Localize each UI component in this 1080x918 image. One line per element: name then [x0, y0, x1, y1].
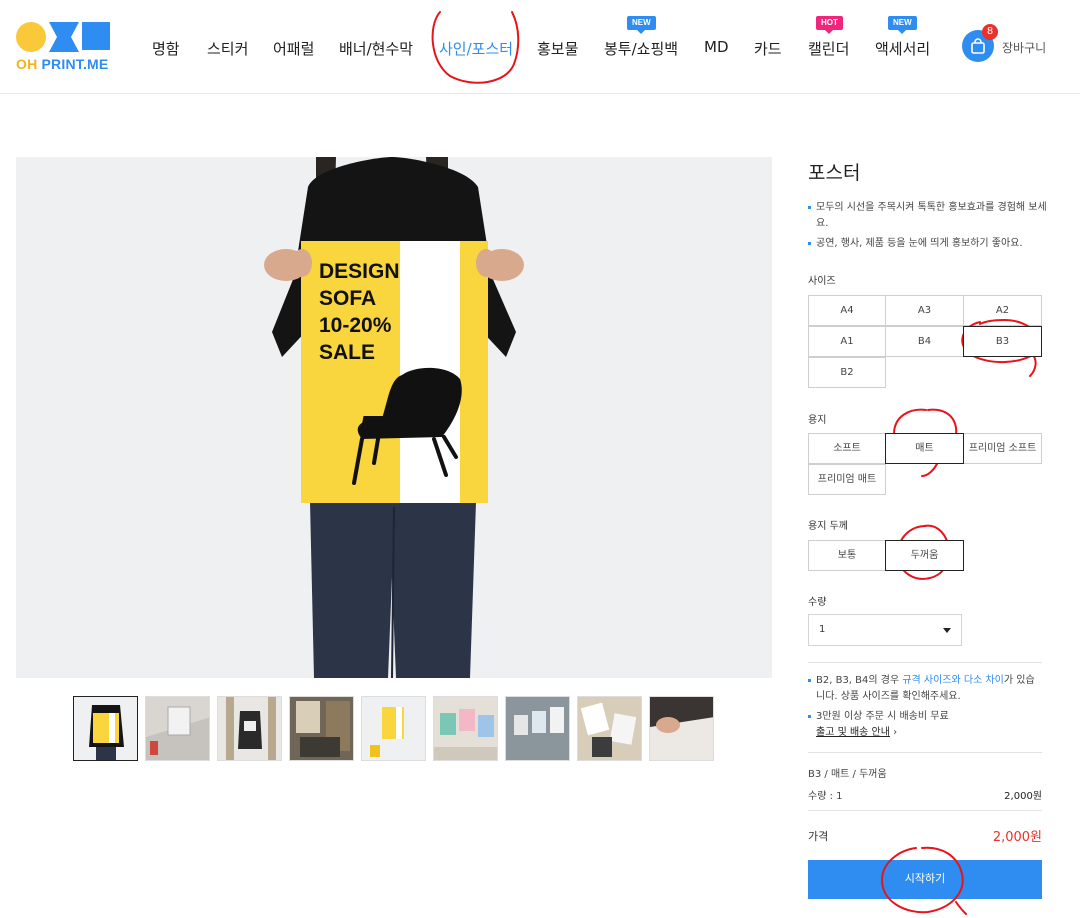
- quantity-value: 1: [819, 624, 826, 635]
- quantity-select[interactable]: 1: [808, 614, 962, 646]
- thickness-label: 용지 두께: [808, 521, 848, 532]
- nav-item-apparel[interactable]: 어패럴: [273, 38, 314, 59]
- summary-quantity-price: 2,000원: [1004, 791, 1042, 802]
- divider: [808, 810, 1042, 811]
- nav-item-banner[interactable]: 배너/현수막: [339, 38, 413, 59]
- poster-line: SALE: [319, 341, 376, 364]
- nav-item-calendar[interactable]: 캘린더: [808, 38, 849, 59]
- thickness-option-normal[interactable]: 보통: [808, 540, 886, 571]
- size-option-a1[interactable]: A1: [808, 326, 886, 357]
- size-option-b4[interactable]: B4: [885, 326, 964, 357]
- note-size: B2, B3, B4의 경우 규격 사이즈와 다소 차이가 있습니다. 상품 사…: [808, 673, 1042, 705]
- shipping-info-link[interactable]: 출고 및 배송 안내: [816, 727, 890, 738]
- divider: [808, 752, 1042, 753]
- selected-options-summary: B3 / 매트 / 두꺼움: [808, 769, 887, 780]
- size-option-b2[interactable]: B2: [808, 357, 886, 388]
- poster-line: 10-20%: [319, 314, 392, 337]
- size-label: 사이즈: [808, 276, 836, 287]
- cart-label[interactable]: 장바구니: [1002, 39, 1046, 56]
- thumbnail-6[interactable]: [433, 696, 498, 761]
- nav-item-sign-poster[interactable]: 사인/포스터: [439, 38, 513, 59]
- shopping-bag-icon: [971, 38, 985, 54]
- caret-down-icon: [943, 628, 951, 633]
- product-description: 모두의 시선을 주목시켜 톡톡한 홍보효과를 경험해 보세요. 공연, 행사, …: [808, 200, 1048, 256]
- site-logo[interactable]: OH PRINT.ME: [16, 22, 112, 72]
- thumbnail-1[interactable]: [73, 696, 138, 761]
- logo-square-shape: [82, 22, 110, 50]
- summary-quantity: 수량 : 1: [808, 791, 843, 802]
- paper-option-premium-soft[interactable]: 프리미엄 소프트: [963, 433, 1042, 464]
- thumbnail-9[interactable]: [649, 696, 714, 761]
- poster-line: SOFA: [319, 287, 377, 310]
- logo-circle-shape: [16, 22, 46, 52]
- thumbnail-3[interactable]: [217, 696, 282, 761]
- paper-label: 용지: [808, 415, 827, 426]
- nav-item-md[interactable]: MD: [704, 38, 729, 56]
- note-shipping: 3만원 이상 주문 시 배송비 무료출고 및 배송 안내 ›: [808, 709, 1042, 741]
- logo-x-shape: [49, 22, 79, 52]
- description-line: 공연, 행사, 제품 등을 눈에 띄게 홍보하기 좋아요.: [808, 236, 1048, 252]
- thickness-option-thick[interactable]: 두꺼움: [885, 540, 964, 571]
- poster-line: DESIGN: [319, 260, 400, 283]
- new-badge: NEW: [888, 16, 917, 34]
- size-option-b3[interactable]: B3: [963, 326, 1042, 357]
- logo-printme: PRINT.ME: [41, 56, 109, 72]
- divider: [808, 662, 1042, 663]
- thumbnail-4[interactable]: [289, 696, 354, 761]
- price-value: 2,000원: [992, 830, 1042, 845]
- paper-option-matte[interactable]: 매트: [885, 433, 964, 464]
- poster-headline: DESIGN SOFA 10-20% SALE: [319, 258, 400, 366]
- notes-list: B2, B3, B4의 경우 규격 사이즈와 다소 차이가 있습니다. 상품 사…: [808, 673, 1042, 745]
- thumbnail-7[interactable]: [505, 696, 570, 761]
- nav-item-business-card[interactable]: 명함: [152, 38, 180, 59]
- chevron-right-icon: ›: [893, 727, 898, 738]
- nav-item-promo[interactable]: 홍보물: [537, 38, 578, 59]
- paper-option-premium-matte[interactable]: 프리미엄 매트: [808, 464, 886, 495]
- poster-model-illustration: [16, 157, 772, 678]
- note-text: 3만원 이상 주문 시 배송비 무료: [816, 711, 949, 722]
- start-button[interactable]: 시작하기: [808, 860, 1042, 899]
- nav-item-card[interactable]: 카드: [754, 38, 782, 59]
- logo-text: OH PRINT.ME: [16, 56, 108, 72]
- logo-oh: OH: [16, 56, 38, 72]
- thumbnail-8[interactable]: [577, 696, 642, 761]
- nav-item-sticker[interactable]: 스티커: [207, 38, 248, 59]
- nav-item-envelope-bag[interactable]: 봉투/쇼핑백: [604, 38, 678, 59]
- note-text: B2, B3, B4의 경우: [816, 675, 903, 686]
- thumbnail-2[interactable]: [145, 696, 210, 761]
- quantity-label: 수량: [808, 597, 827, 608]
- product-main-image: DESIGN SOFA 10-20% SALE: [16, 157, 772, 678]
- paper-option-soft[interactable]: 소프트: [808, 433, 886, 464]
- new-badge: NEW: [627, 16, 656, 34]
- cart-count-badge: 8: [982, 24, 998, 40]
- nav-item-accessory[interactable]: 액세서리: [875, 38, 930, 59]
- description-line: 모두의 시선을 주목시켜 톡톡한 홍보효과를 경험해 보세요.: [808, 200, 1048, 232]
- size-option-a3[interactable]: A3: [885, 295, 964, 326]
- note-highlight: 규격 사이즈와 다소 차이: [902, 675, 1004, 686]
- size-option-a4[interactable]: A4: [808, 295, 886, 326]
- site-header: OH PRINT.ME 명함 스티커 어패럴 배너/현수막 사인/포스터 홍보물…: [0, 0, 1080, 94]
- price-label: 가격: [808, 830, 829, 843]
- size-option-a2[interactable]: A2: [963, 295, 1042, 326]
- product-title: 포스터: [808, 162, 861, 184]
- hot-badge: HOT: [816, 16, 843, 34]
- thumbnail-5[interactable]: [361, 696, 426, 761]
